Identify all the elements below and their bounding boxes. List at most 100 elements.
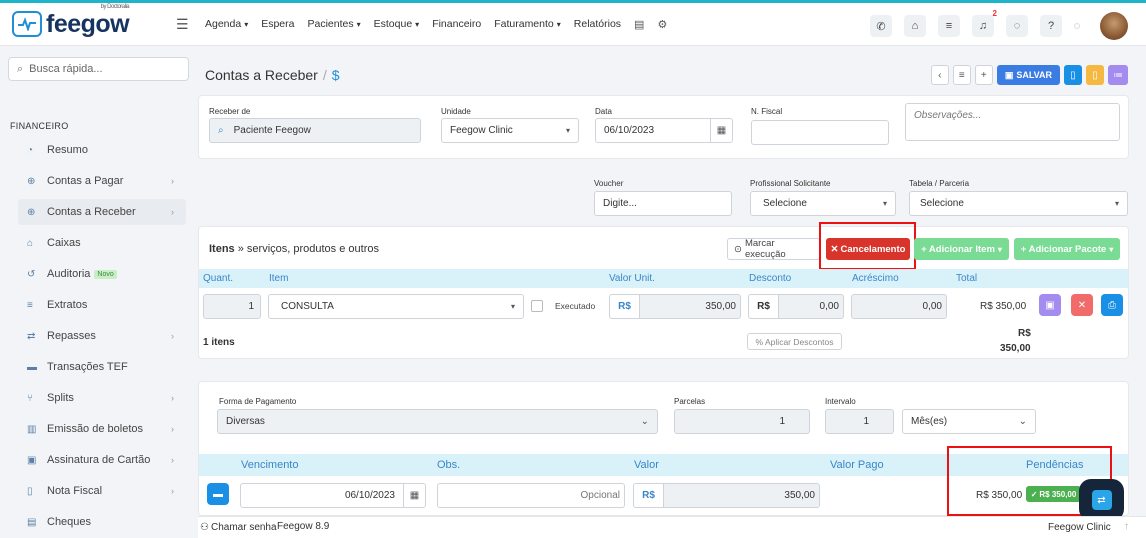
sidebar-item-label: Transações TEF [47, 361, 128, 373]
acrescimo-value: 0,00 [922, 301, 942, 312]
executado-checkbox[interactable] [531, 300, 543, 312]
sidebar-item-resumo[interactable]: ◔ Resumo [18, 137, 186, 163]
calendar-icon[interactable]: ▦ [710, 119, 732, 142]
nav-espera[interactable]: Espera [261, 18, 294, 30]
bell-icon[interactable]: ♫ 2 [972, 9, 997, 37]
header-quant: Quant. [203, 273, 234, 284]
chat-icon[interactable]: ◌ [1006, 15, 1028, 37]
periodo-select[interactable]: Mês(es) ⌄ [902, 409, 1036, 434]
obs-field[interactable]: Opcional [437, 483, 625, 508]
top-right-icons: ✆ ⌂ ≡ ♫ 2 ◌ ? [864, 9, 1128, 40]
back-button[interactable]: ‹ [930, 65, 949, 85]
menu-toggle-icon[interactable]: ☰ [176, 16, 190, 33]
forma-pagamento-select[interactable]: Diversas ⌄ [217, 409, 658, 434]
header-valor-unit: Valor Unit. [609, 273, 655, 284]
acrescimo-field[interactable]: 0,00 [851, 294, 947, 319]
chat-fab-button[interactable]: ⇄ [1079, 479, 1124, 521]
profissional-select[interactable]: Selecione ▾ [750, 191, 896, 216]
unidade-select[interactable]: Feegow Clinic ▾ [441, 118, 579, 143]
phone-icon[interactable]: ✆ [870, 15, 892, 37]
marcar-label: Marcar execução [744, 238, 786, 260]
sidebar-item-transacoes-tef[interactable]: ▬ Transações TEF [18, 354, 186, 380]
save-icon: ▣ [1004, 69, 1014, 80]
search-input[interactable]: ⌕ Busca rápida... [8, 57, 189, 81]
add-item-button[interactable]: + Adicionar Item ▾ [914, 238, 1009, 260]
nav-financeiro[interactable]: Financeiro [432, 18, 481, 30]
add-pacote-label: + Adicionar Pacote [1020, 243, 1107, 255]
executado-label: Executado [555, 301, 596, 311]
sidebar-item-repasses[interactable]: ⇄ Repasses › [18, 323, 186, 349]
sidebar-item-contas-a-pagar[interactable]: ⊕ Contas a Pagar › [18, 168, 186, 194]
tabela-select[interactable]: Selecione ▾ [909, 191, 1128, 216]
nav-pacientes[interactable]: Pacientes ▾ [308, 18, 361, 30]
valor-currency-addon: R$ [633, 483, 663, 508]
parcelas-field[interactable]: 1 [674, 409, 810, 434]
currency-label: R$ [642, 490, 655, 501]
receber-field[interactable]: ⌕ Paciente Feegow [209, 118, 421, 143]
sidebar-item-caixas[interactable]: ⌂ Caixas [18, 230, 186, 256]
check-circle-icon: ⊙ [734, 243, 742, 255]
note-button[interactable]: ▯ [1086, 65, 1104, 85]
nav-agenda[interactable]: Agenda ▾ [205, 18, 248, 30]
item-select[interactable]: CONSULTA ▾ [268, 294, 524, 319]
list-view-button[interactable]: ≡ [952, 65, 971, 85]
nfiscal-field[interactable] [751, 120, 889, 145]
chevron-down-icon: ▾ [510, 302, 515, 311]
nav-relatorios[interactable]: Relatórios [574, 18, 621, 30]
observacoes-field[interactable]: Observações... [905, 103, 1120, 141]
sidebar-item-cheques[interactable]: ▤ Cheques [18, 509, 186, 535]
feegow-logo[interactable]: feegow by Doctoralia ☰ [12, 4, 190, 39]
valor-unit-field[interactable]: 350,00 [639, 294, 741, 319]
calendar-icon[interactable]: ▦ [403, 484, 425, 507]
desconto-field[interactable]: 0,00 [778, 294, 844, 319]
camera-button[interactable]: ▣ [1039, 294, 1061, 316]
chamar-senha-label: Chamar senha [210, 522, 277, 533]
document-button[interactable]: ▯ [1064, 65, 1082, 85]
add-button[interactable]: + [974, 65, 993, 85]
aplicar-descontos-button[interactable]: % Aplicar Descontos [747, 333, 842, 350]
inbox-icon[interactable]: ⌂ [904, 15, 926, 37]
add-pacote-button[interactable]: + Adicionar Pacote ▾ [1014, 238, 1120, 260]
delete-row-button[interactable]: ✕ [1071, 294, 1093, 316]
highlight-box-cancel [819, 222, 916, 270]
sidebar-item-assinatura-de-cartao[interactable]: ▣ Assinatura de Cartão › [18, 447, 186, 473]
sidebar-item-contas-a-receber[interactable]: ⊕ Contas a Receber › [18, 199, 186, 225]
quantity-field[interactable]: 1 [203, 294, 261, 319]
people-icon: ⚇ [200, 522, 209, 533]
tasks-button[interactable]: ≔ [1108, 65, 1128, 85]
camera-icon: ▣ [1045, 299, 1055, 311]
sidebar-item-extratos[interactable]: ≡ Extratos [18, 292, 186, 318]
close-icon: ✕ [1077, 299, 1087, 311]
chevron-down-icon: ▾ [556, 20, 561, 29]
database-icon[interactable]: ▤ [634, 18, 644, 31]
clinic-label: Feegow Clinic [1048, 522, 1111, 533]
payment-card: Forma de Pagamento Diversas ⌄ Parcelas 1 … [198, 381, 1129, 516]
vencimento-field[interactable]: 06/10/2023 ▦ [240, 483, 426, 508]
page-title-text: Contas a Receber [205, 67, 318, 83]
print-icon: ⎙ [1108, 299, 1116, 311]
sidebar-item-splits[interactable]: ⑂ Splits › [18, 385, 186, 411]
sidebar-item-nota-fiscal[interactable]: ▯ Nota Fiscal › [18, 478, 186, 504]
voucher-field[interactable]: Digite... [594, 191, 732, 216]
logo-mark-icon [12, 11, 42, 37]
help-icon[interactable]: ? [1040, 15, 1062, 37]
list-icon[interactable]: ≡ [938, 15, 960, 37]
nav-estoque[interactable]: Estoque ▾ [374, 18, 420, 30]
installment-menu-button[interactable]: ▬ [207, 483, 229, 505]
intervalo-field[interactable]: 1 [825, 409, 894, 434]
valor-field[interactable]: 350,00 [663, 483, 820, 508]
chamar-senha-button[interactable]: ⚇ Chamar senha [200, 522, 277, 533]
print-button[interactable]: ⎙ [1101, 294, 1123, 316]
marcar-execucao-button[interactable]: ⊙ Marcar execução [727, 238, 820, 260]
notification-badge: 2 [992, 9, 997, 18]
gear-icon[interactable]: ⚙ [657, 18, 667, 31]
sidebar-item-emissao-de-boletos[interactable]: ▥ Emissão de boletos › [18, 416, 186, 442]
desconto-currency-addon[interactable]: R$ [748, 294, 778, 319]
avatar[interactable] [1100, 12, 1128, 40]
chevron-right-icon: › [171, 207, 174, 217]
sidebar-item-auditoria[interactable]: ↺ Auditoria Novo [18, 261, 186, 287]
scroll-top-icon[interactable]: ↑ [1124, 521, 1129, 532]
save-button[interactable]: ▣ SALVAR [996, 65, 1060, 85]
data-field[interactable]: 06/10/2023 ▦ [595, 118, 733, 143]
nav-faturamento[interactable]: Faturamento ▾ [494, 18, 561, 30]
